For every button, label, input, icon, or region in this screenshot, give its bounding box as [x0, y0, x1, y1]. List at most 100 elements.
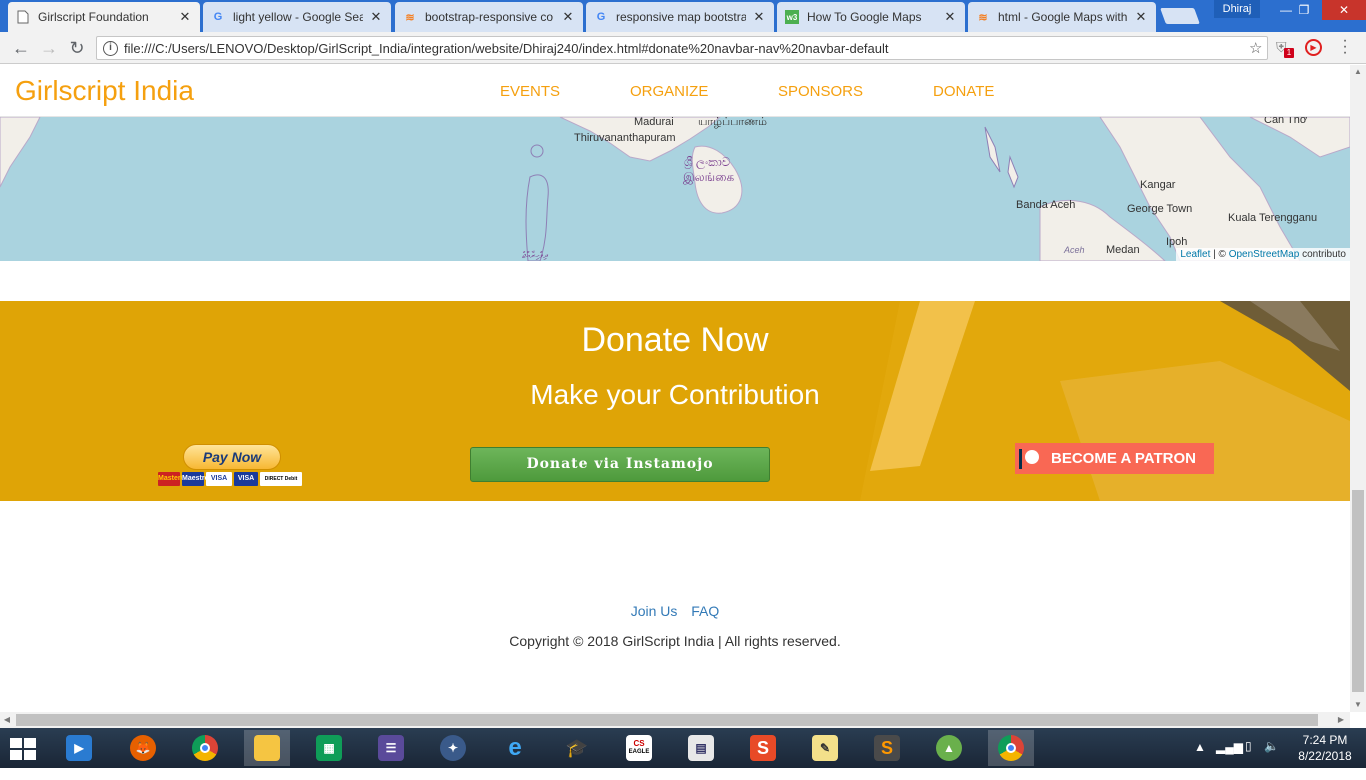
extension-shield-icon[interactable]: ⛨ 1 [1276, 39, 1294, 58]
system-clock[interactable]: 7:24 PM 8/22/2018 [1290, 732, 1360, 764]
map-label-kangar: Kangar [1140, 179, 1176, 191]
sublime-icon[interactable]: S [864, 730, 910, 766]
browser-toolbar: ← → ↻ i file:///C:/Users/LENOVO/Desktop/… [0, 32, 1366, 64]
map[interactable]: Madurai யாழ்ப்பாணம் Thiruvananthapuram ශ… [0, 117, 1350, 261]
tab-html-google-maps[interactable]: ≋ html - Google Maps with ✕ [968, 2, 1156, 32]
close-tab-icon[interactable]: ✕ [752, 9, 766, 25]
map-label-thiruvananthapuram: Thiruvananthapuram [574, 132, 676, 144]
map-label-srilanka-sinhala: ශ්‍රී ලංකාව [684, 155, 731, 169]
map-label-kuala-terengganu: Kuala Terengganu [1228, 212, 1318, 224]
donate-subtitle: Make your Contribution [530, 379, 820, 410]
stackoverflow-icon: ≋ [978, 11, 988, 24]
patreon-icon [1019, 448, 1039, 469]
map-label-george-town: George Town [1127, 203, 1193, 215]
app-icon[interactable]: ☰ [368, 730, 414, 766]
tab-how-to-google-maps[interactable]: w3 How To Google Maps ✕ [777, 2, 965, 32]
donate-title: Donate Now [581, 321, 769, 359]
android-studio-icon[interactable]: ▲ [926, 730, 972, 766]
extension-badge: 1 [1284, 48, 1294, 58]
page-viewport: Girlscript India EVENTS ORGANIZE SPONSOR… [0, 65, 1350, 712]
paypal-pay-now[interactable]: Pay Now MasterCard Maestro VISA VISA DIR… [158, 444, 308, 488]
google-icon: G [213, 11, 223, 23]
restore-icon[interactable]: ❐ [1288, 0, 1320, 20]
window-close-icon[interactable]: ✕ [1322, 0, 1366, 20]
openstreetmap-link[interactable]: OpenStreetMap [1229, 249, 1300, 260]
profile-button[interactable]: Dhiraj [1214, 0, 1260, 18]
close-tab-icon[interactable]: ✕ [943, 9, 957, 25]
internet-explorer-icon[interactable]: e [492, 730, 538, 766]
image-icon[interactable]: ✎ [802, 730, 848, 766]
chrome-icon[interactable] [182, 730, 228, 766]
close-tab-icon[interactable]: ✕ [1134, 9, 1148, 25]
volume-icon[interactable]: 🔈 [1264, 739, 1279, 779]
reload-icon[interactable]: ↻ [66, 38, 88, 58]
tray-overflow-icon[interactable]: ▲ [1194, 740, 1206, 780]
donate-instamojo-button[interactable]: Donate via Instamojo [470, 447, 770, 482]
extension-play-icon[interactable]: ▶ [1305, 39, 1322, 56]
google-icon: G [596, 11, 606, 23]
scroll-right-icon[interactable]: ▶ [1334, 712, 1348, 728]
info-icon[interactable]: i [103, 40, 118, 56]
battery-icon[interactable]: ▯ [1245, 739, 1252, 779]
store-icon[interactable]: ▦ [306, 730, 352, 766]
footer-links: Join Us FAQ [0, 603, 1350, 619]
close-tab-icon[interactable]: ✕ [178, 9, 192, 25]
tab-title: html - Google Maps with [998, 10, 1128, 24]
tab-title: Girlscript Foundation [38, 10, 149, 24]
new-tab-button[interactable] [1160, 8, 1200, 24]
windows-start-icon[interactable] [10, 738, 38, 760]
nav-organize[interactable]: ORGANIZE [630, 83, 708, 100]
swiftkey-icon[interactable]: S [740, 730, 786, 766]
copyright-text: Copyright © 2018 GirlScript India | All … [509, 633, 841, 649]
tab-title: bootstrap-responsive co [425, 10, 554, 24]
footer-faq-link[interactable]: FAQ [691, 603, 719, 619]
cs-eagle-label: EAGLE [628, 749, 650, 755]
tab-light-yellow[interactable]: G light yellow - Google Sea ✕ [203, 2, 391, 32]
chrome-active-icon[interactable] [988, 730, 1034, 766]
nav-donate[interactable]: DONATE [933, 83, 994, 100]
tab-title: responsive map bootstra [616, 10, 746, 24]
horizontal-scroll-thumb[interactable] [16, 714, 1318, 726]
close-tab-icon[interactable]: ✕ [369, 9, 383, 25]
nav-sponsors[interactable]: SPONSORS [778, 83, 863, 100]
map-label-aceh: Aceh [1064, 245, 1085, 255]
map-label-jaffna: யாழ்ப்பாணம் [698, 117, 767, 128]
visa-electron-icon: VISA [234, 472, 258, 486]
graduation-icon[interactable]: 🎓 [554, 730, 600, 766]
cs-eagle-icon[interactable]: CS EAGLE [616, 730, 662, 766]
network-icon[interactable]: ✦ [430, 730, 476, 766]
firefox-icon[interactable]: 🦊 [120, 730, 166, 766]
scroll-left-icon[interactable]: ◀ [0, 712, 14, 728]
tab-girlscript-foundation[interactable]: Girlscript Foundation ✕ [8, 2, 200, 32]
close-tab-icon[interactable]: ✕ [561, 9, 575, 25]
tab-bootstrap-responsive[interactable]: ≋ bootstrap-responsive co ✕ [395, 2, 583, 32]
become-patron-button[interactable]: BECOME A PATRON [1015, 443, 1214, 474]
back-icon[interactable]: ← [10, 38, 32, 58]
windows-media-icon[interactable]: ▶ [56, 730, 102, 766]
forward-icon[interactable]: → [38, 38, 60, 58]
file-explorer-icon[interactable] [244, 730, 290, 766]
bookmark-star-icon[interactable]: ☆ [1249, 39, 1267, 57]
browser-menu-icon[interactable]: · · · [1340, 33, 1350, 61]
site-brand[interactable]: Girlscript India [15, 75, 194, 107]
scroll-up-icon[interactable]: ▲ [1350, 65, 1366, 79]
map-label-madurai: Madurai [634, 117, 674, 128]
footer-join-us-link[interactable]: Join Us [631, 603, 678, 619]
horizontal-scrollbar[interactable]: ◀ ▶ [0, 712, 1350, 728]
nav-events[interactable]: EVENTS [500, 83, 560, 100]
vertical-scroll-thumb[interactable] [1352, 490, 1364, 692]
direct-debit-icon: DIRECT Debit [260, 472, 302, 486]
vertical-scrollbar[interactable]: ▲ ▼ [1350, 65, 1366, 712]
maestro-icon: Maestro [182, 472, 209, 486]
w3schools-icon: w3 [785, 10, 799, 24]
paypal-pay-now-button[interactable]: Pay Now [183, 444, 281, 470]
stackoverflow-icon: ≋ [405, 11, 415, 24]
document-icon[interactable]: ▤ [678, 730, 724, 766]
wifi-icon[interactable]: ▂▄▆ [1216, 740, 1243, 780]
leaflet-link[interactable]: Leaflet [1180, 249, 1210, 260]
mastercard-icon: MasterCard [158, 472, 197, 486]
tab-responsive-map[interactable]: G responsive map bootstra ✕ [586, 2, 774, 32]
address-bar[interactable]: i file:///C:/Users/LENOVO/Desktop/GirlSc… [96, 36, 1268, 60]
scroll-down-icon[interactable]: ▼ [1350, 698, 1366, 712]
tab-title: light yellow - Google Sea [233, 10, 363, 24]
